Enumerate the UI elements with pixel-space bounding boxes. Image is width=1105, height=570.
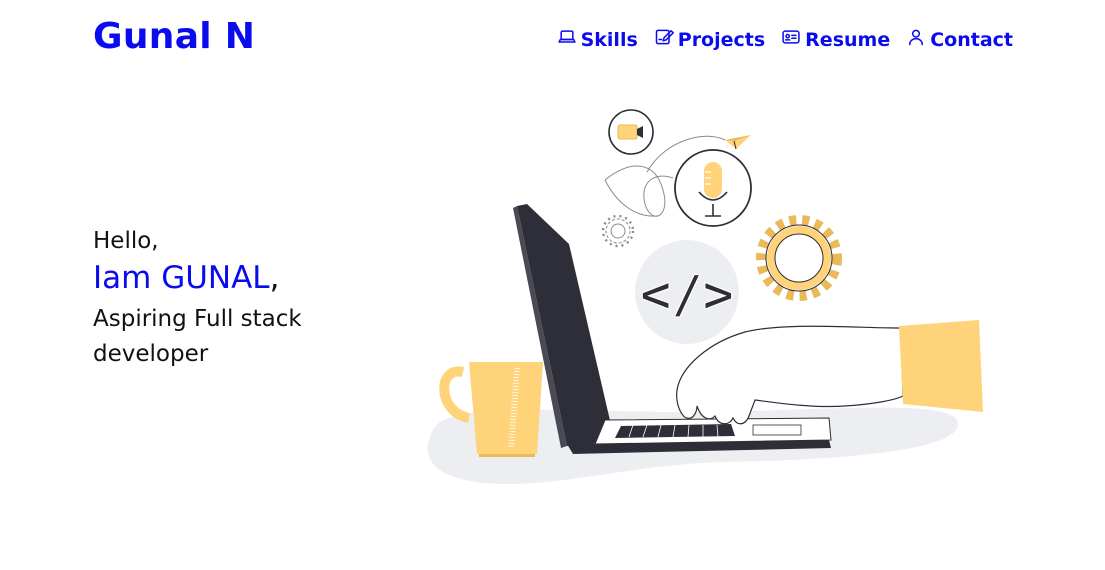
- nav-item-label: Projects: [677, 28, 766, 51]
- id-card-icon: [781, 27, 801, 52]
- paper-plane-icon: [725, 135, 751, 150]
- nav-item-contact[interactable]: Contact: [906, 27, 1013, 52]
- small-gear-icon: [601, 214, 635, 248]
- edit-icon: [654, 27, 674, 52]
- hero-role: Aspiring Full stack developer: [93, 306, 302, 367]
- sleeve: [899, 320, 983, 412]
- nav-item-label: Skills: [580, 28, 638, 51]
- laptop-icon: [557, 27, 577, 52]
- hero-intro-suffix: ,: [269, 260, 280, 296]
- nav-item-label: Contact: [930, 28, 1013, 51]
- developer-illustration: </>: [425, 100, 995, 500]
- brand-logo-text[interactable]: Gunal N: [93, 16, 255, 57]
- main-nav: Skills Projects Resume Contact: [557, 27, 1013, 52]
- hero-name-line: Iam GUNAL,: [93, 260, 353, 296]
- nav-item-label: Resume: [805, 28, 891, 51]
- hero-name: GUNAL: [161, 260, 270, 296]
- connector-loop: [604, 165, 674, 217]
- hero-intro-prefix: Iam: [93, 260, 162, 296]
- user-icon: [906, 27, 926, 52]
- large-gear-icon: [756, 215, 842, 301]
- code-symbol: </>: [640, 265, 734, 325]
- hero-intro: Hello, Iam GUNAL, Aspiring Full stack de…: [93, 228, 353, 372]
- nav-item-skills[interactable]: Skills: [557, 27, 638, 52]
- nav-item-projects[interactable]: Projects: [654, 27, 765, 52]
- nav-item-resume[interactable]: Resume: [781, 27, 890, 52]
- laptop-trackpad: [752, 424, 802, 436]
- hero-greeting: Hello,: [93, 228, 159, 254]
